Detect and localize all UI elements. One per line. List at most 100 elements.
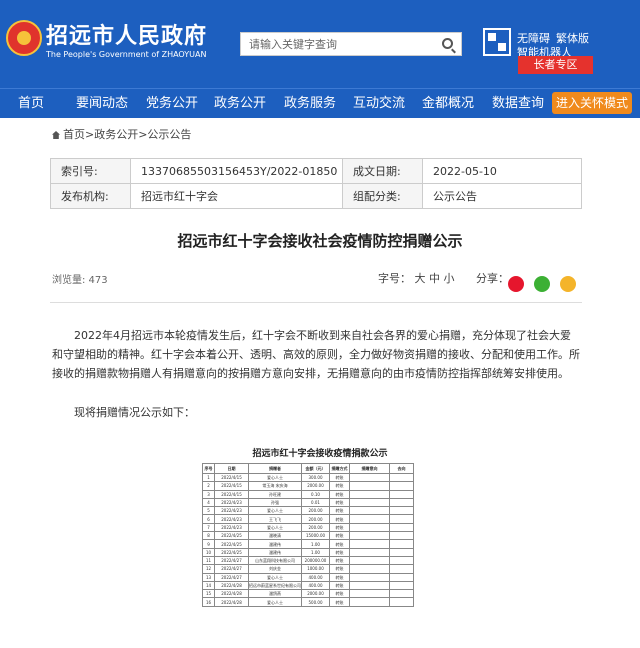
table-cell: 转账 xyxy=(329,580,350,591)
nav-item-gov-services[interactable]: 政务服务 xyxy=(284,89,336,119)
table-cell: 1 xyxy=(202,472,215,483)
table-cell: 2022/4/15 xyxy=(214,489,249,499)
table-cell: 转账 xyxy=(329,472,350,483)
table-cell xyxy=(389,489,414,499)
table-cell: 转账 xyxy=(329,572,350,582)
table-cell: 2022/4/23 xyxy=(214,506,249,516)
table-cell xyxy=(389,522,414,533)
table-cell xyxy=(349,597,390,607)
table-row: 5 2022/4/23 爱心人士 200.00 转账 xyxy=(202,506,414,516)
breadcrumb-text[interactable]: 首页>政务公开>公示公告 xyxy=(63,128,191,141)
table-cell: 8 xyxy=(202,531,215,541)
nav-item-news[interactable]: 要闻动态 xyxy=(76,89,128,119)
donation-table-body: 1 2022/4/15 爱心人士 300.00 转账 2 2022/4/15 常玉海 宋庆海 2… xyxy=(202,472,414,607)
category-label: 组配分类: xyxy=(342,183,423,209)
table-cell: 2022/4/27 xyxy=(214,572,249,582)
table-cell: 招远市蔚蓝星系世纪有限公司 xyxy=(248,580,302,591)
breadcrumb[interactable]: 首页>政务公开>公示公告 xyxy=(52,126,191,142)
table-row: 7 2022/4/23 爱心人士 200.00 转账 xyxy=(202,522,414,533)
table-cell: 400.00 xyxy=(301,580,330,591)
table-cell xyxy=(349,514,390,524)
nav-item-interaction[interactable]: 互动交流 xyxy=(353,89,405,119)
table-cell: 爱心人士 xyxy=(248,522,302,533)
table-cell: 转账 xyxy=(329,506,350,516)
elder-zone-button[interactable]: 长者专区 xyxy=(518,56,593,74)
view-count: 浏览量: 473 xyxy=(52,275,108,286)
font-size-control[interactable]: 字号： 大 中 小 xyxy=(378,270,455,286)
nav-item-gov-affairs[interactable]: 政务公开 xyxy=(214,89,266,119)
table-cell: 山东蓝翔科技有限公司 xyxy=(248,555,302,566)
table-cell: 2022/4/23 xyxy=(214,497,249,508)
search-box xyxy=(240,32,462,56)
nav-item-party[interactable]: 党务公开 xyxy=(146,89,198,119)
table-cell: 11 xyxy=(202,555,215,566)
table-cell: 2022/4/27 xyxy=(214,555,249,566)
table-cell: 潘建伟 xyxy=(248,539,302,549)
table-cell: 200.00 xyxy=(301,522,330,533)
article-paragraph: 现将捐赠情况公示如下： xyxy=(74,406,195,419)
table-cell xyxy=(349,572,390,582)
table-cell: 1.00 xyxy=(301,539,330,549)
table-row: 12 2022/4/27 刘庆金 1000.00 转账 xyxy=(202,564,414,574)
nav-item-data-query[interactable]: 数据查询 xyxy=(492,89,544,119)
table-cell: 12 xyxy=(202,564,215,574)
table-cell: 转账 xyxy=(329,522,350,533)
table-cell xyxy=(349,531,390,541)
table-cell: 15 xyxy=(202,589,215,599)
table-cell: 2022/4/25 xyxy=(214,547,249,557)
wechat-icon[interactable] xyxy=(534,276,550,292)
table-row: 11 2022/4/27 山东蓝翔科技有限公司 200000.00 转账 xyxy=(202,555,414,566)
table-cell: 转账 xyxy=(329,514,350,524)
col-header: 捐赠者 xyxy=(248,463,302,474)
table-cell: 孙旺建 xyxy=(248,489,302,499)
table-cell: 刘庆金 xyxy=(248,564,302,574)
weibo-icon[interactable] xyxy=(508,276,524,292)
nav-item-home[interactable]: 首页 xyxy=(18,89,44,119)
qzone-icon[interactable] xyxy=(560,276,576,292)
table-cell: 200000.00 xyxy=(301,555,330,566)
table-cell: 15000.00 xyxy=(301,531,330,541)
search-icon[interactable] xyxy=(442,38,453,49)
table-cell: 16 xyxy=(202,597,215,607)
date-label: 成文日期: xyxy=(342,158,423,184)
table-row: 13 2022/4/27 爱心人士 400.00 转账 xyxy=(202,572,414,582)
col-header: 序号 xyxy=(202,463,215,474)
table-cell: 2022/4/28 xyxy=(214,589,249,599)
index-value: 13370685503156453Y/2022-01850 xyxy=(130,158,343,184)
publisher-label: 发布机构: xyxy=(50,183,131,209)
main-nav: 首页 要闻动态 党务公开 政务公开 政务服务 互动交流 金都概况 数据查询 进入… xyxy=(0,88,640,118)
qr-code-icon[interactable] xyxy=(483,28,511,56)
table-cell: 200.00 xyxy=(301,506,330,516)
site-name[interactable]: 招远市人民政府 xyxy=(46,18,207,50)
table-row: 3 2022/4/15 孙旺建 0.10 转账 xyxy=(202,489,414,499)
care-mode-button[interactable]: 进入关怀模式 xyxy=(552,92,632,114)
donation-table: 序号 日期 捐赠者 金额（元） 捐赠方式 捐赠意向 去向 1 2022/4/15 爱… xyxy=(202,463,414,607)
index-label: 索引号: xyxy=(50,158,131,184)
table-cell: 0.10 xyxy=(301,489,330,499)
table-cell xyxy=(389,547,414,557)
table-cell xyxy=(349,481,390,491)
table-cell: 2022/4/27 xyxy=(214,564,249,574)
col-header: 捐赠方式 xyxy=(329,463,350,474)
date-value: 2022-05-10 xyxy=(422,158,582,184)
site-name-en: The People's Government of ZHAOYUAN xyxy=(46,50,207,59)
nav-item-overview[interactable]: 金都概况 xyxy=(422,89,474,119)
table-cell: 10 xyxy=(202,547,215,557)
table-row: 9 2022/4/25 潘建伟 1.00 转账 xyxy=(202,539,414,549)
table-cell xyxy=(349,472,390,483)
table-cell xyxy=(349,497,390,508)
table-cell: 爱心人士 xyxy=(248,572,302,582)
table-cell: 2 xyxy=(202,481,215,491)
table-cell xyxy=(389,472,414,483)
search-input[interactable] xyxy=(241,33,431,56)
table-cell: 14 xyxy=(202,580,215,591)
table-cell xyxy=(389,555,414,566)
table-cell xyxy=(349,506,390,516)
table-cell: 2022/4/23 xyxy=(214,522,249,533)
national-emblem-icon[interactable] xyxy=(6,20,42,56)
table-cell xyxy=(389,580,414,591)
table-cell: 2022/4/28 xyxy=(214,580,249,591)
table-cell: 1000.00 xyxy=(301,564,330,574)
table-cell xyxy=(349,580,390,591)
table-cell: 7 xyxy=(202,522,215,533)
